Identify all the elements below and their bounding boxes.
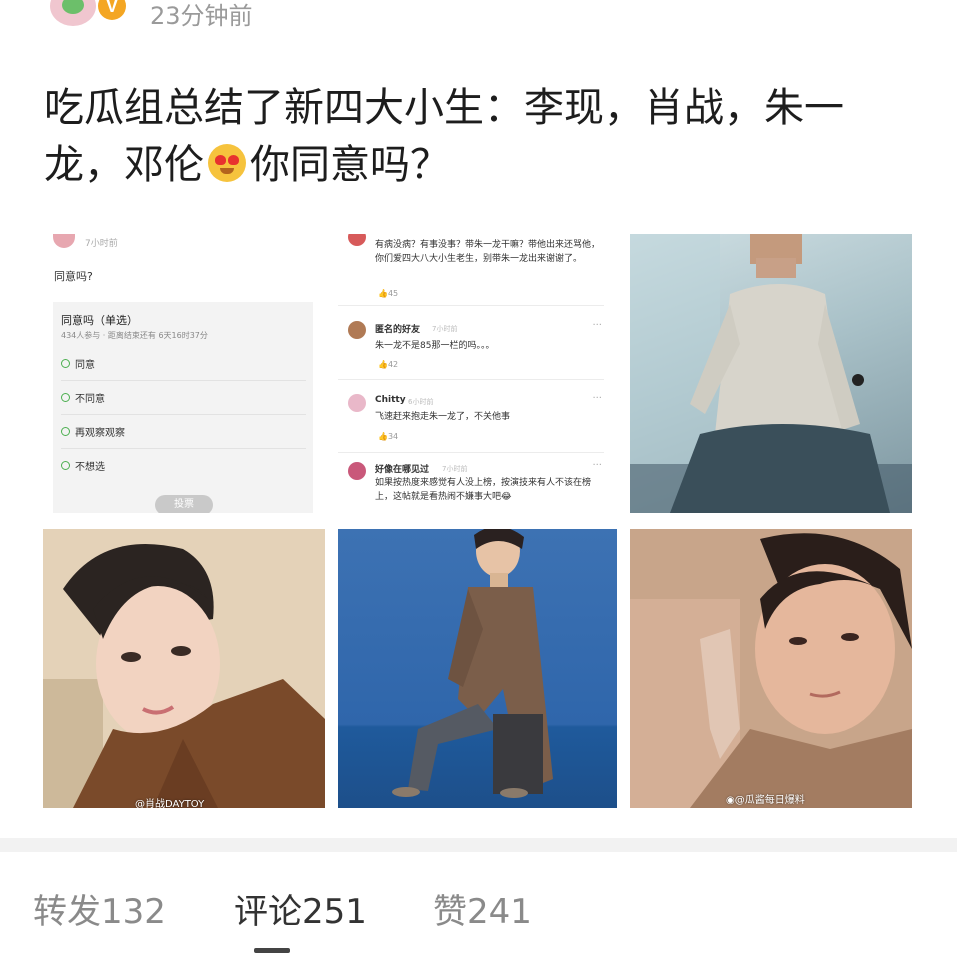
active-tab-indicator [254, 948, 290, 953]
poll-time: 7小时前 [85, 239, 118, 249]
comment-item: Chitty 6小时前 ··· 飞速赶来抱走朱一龙了，不关他事 👍34 [338, 386, 604, 453]
comment-like-count: 👍42 [378, 360, 399, 369]
image-tile-photo[interactable]: ◉@瓜酱每日爆料 [630, 529, 912, 808]
poll-option[interactable]: 不想选 [61, 449, 306, 482]
image-tile-photo[interactable]: @肖战DAYTOY [43, 529, 325, 808]
person-photo [43, 529, 325, 808]
poll-option-label: 同意 [75, 360, 95, 371]
more-icon[interactable]: ··· [592, 320, 602, 331]
comment-text: 飞速赶来抱走朱一龙了，不关他事 [375, 412, 511, 422]
image-tile-photo[interactable] [630, 234, 912, 513]
user-avatar[interactable]: V [50, 0, 130, 26]
person-photo [630, 234, 912, 513]
comment-like-count: 👍34 [378, 432, 399, 441]
comment-author: 好像在哪见过 [375, 465, 430, 475]
post-header: V 23分钟前 [0, 0, 957, 40]
comment-text: 如果按热度来感觉有人没上榜，按演技来有人不该在榜上，这帖就是看热闹不嫌事大吧😂 [375, 478, 592, 502]
vote-button[interactable]: 投票 [155, 495, 213, 513]
comment-avatar [348, 394, 366, 412]
comment-text: 有病没病？有事没事？带朱一龙干嘛？带他出来还骂他，你们爱四大八大小生老生，别带朱… [375, 240, 601, 264]
comment-item: 有病没病？有事没事？带朱一龙干嘛？带他出来还骂他，你们爱四大八大小生老生，别带朱… [338, 234, 604, 306]
watermark: @肖战DAYTOY [135, 799, 205, 808]
comment-item: 匿名的好友 7小时前 ··· 朱一龙不是85那一栏的吗。。。 👍42 [338, 313, 604, 380]
post-timestamp: 23分钟前 [150, 2, 253, 30]
tab-comments[interactable]: 评论251 [234, 884, 367, 933]
radio-icon [61, 393, 70, 402]
image-tile-poll[interactable]: 7小时前 同意吗? 同意吗（单选） 434人参与 · 距离结束还有 6天16时3… [43, 234, 325, 513]
poll-option-label: 再观察观察 [75, 428, 125, 439]
comment-time: 7小时前 [442, 465, 468, 473]
verified-badge-icon: V [98, 0, 126, 20]
poll-card: 同意吗（单选） 434人参与 · 距离结束还有 6天16时37分 同意 不同意 … [53, 302, 313, 513]
person-photo [392, 529, 553, 798]
comment-avatar [348, 321, 366, 339]
tab-repost[interactable]: 转发132 [33, 884, 166, 933]
comment-item: 好像在哪见过 7小时前 ··· 如果按热度来感觉有人没上榜，按演技来有人不该在榜… [338, 458, 604, 513]
comment-like-count: 👍45 [378, 289, 399, 298]
post-title: 吃瓜组总结了新四大小生：李现，肖战，朱一龙，邓伦 你同意吗？ [44, 80, 914, 194]
poll-option[interactable]: 同意 [61, 347, 306, 381]
heart-eyes-emoji-icon [208, 144, 246, 182]
watermark: ◉@瓜酱每日爆料 [726, 795, 805, 806]
comment-time: 7小时前 [432, 325, 458, 333]
comment-avatar [348, 462, 366, 480]
poll-avatar [53, 234, 75, 248]
poll-question: 同意吗? [54, 270, 93, 283]
tab-likes[interactable]: 赞241 [433, 884, 532, 933]
poll-card-subtitle: 434人参与 · 距离结束还有 6天16时37分 [61, 331, 208, 340]
avatar-image [50, 0, 96, 26]
comment-text: 朱一龙不是85那一栏的吗。。。 [375, 341, 495, 351]
poll-option[interactable]: 再观察观察 [61, 415, 306, 449]
radio-icon [61, 461, 70, 470]
more-icon[interactable]: ··· [592, 460, 602, 471]
radio-icon [61, 359, 70, 368]
comment-author: 匿名的好友 [375, 325, 421, 335]
post-action-tabs: 转发132 评论251 赞241 [0, 852, 957, 960]
radio-icon [61, 427, 70, 436]
image-tile-photo[interactable] [338, 529, 617, 808]
poll-option[interactable]: 不同意 [61, 381, 306, 415]
image-tile-comments[interactable]: 有病没病？有事没事？带朱一龙干嘛？带他出来还骂他，你们爱四大八大小生老生，别带朱… [338, 234, 617, 513]
comment-time: 6小时前 [408, 398, 434, 406]
person-photo [630, 529, 912, 808]
poll-option-label: 不想选 [75, 462, 105, 473]
poll-option-label: 不同意 [75, 394, 105, 405]
poll-card-title: 同意吗（单选） [61, 314, 138, 327]
comment-avatar [348, 234, 366, 246]
comment-author: Chitty [375, 395, 406, 405]
post-title-question: 你同意吗？ [250, 142, 450, 188]
more-icon[interactable]: ··· [592, 393, 602, 404]
section-divider [0, 838, 957, 852]
